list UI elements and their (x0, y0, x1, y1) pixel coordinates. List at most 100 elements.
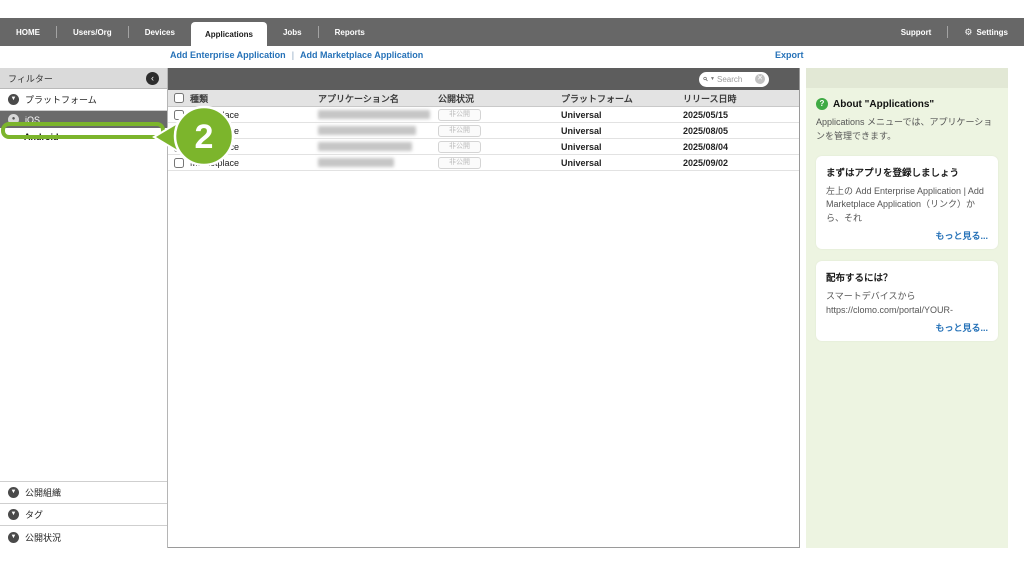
table-row[interactable]: Marketplace 非公開 Universal 2025/09/02 (168, 155, 799, 171)
see-more-link[interactable]: もっと見る... (826, 229, 988, 242)
row-checkbox[interactable] (174, 142, 184, 152)
cell-app-name-redacted (318, 142, 438, 151)
cell-type: Marketplace (190, 158, 318, 168)
cell-app-name-redacted (318, 158, 438, 167)
collapse-toggle-icon: ▼ (8, 487, 19, 498)
add-enterprise-application-link[interactable]: Add Enterprise Application (170, 50, 286, 60)
help-card-body: スマートデバイスから (826, 290, 988, 304)
about-title-text: About "Applications" (833, 99, 934, 110)
top-navigation: HOME Users/Org Devices Applications Jobs… (0, 18, 1024, 46)
help-card-body: 左上の Add Enterprise Application | Add Mar… (826, 185, 988, 226)
cell-app-name-redacted (318, 110, 438, 119)
cell-type: Marketplace (190, 126, 318, 136)
nav-settings[interactable]: ⚙ Settings (948, 18, 1024, 46)
nav-reports[interactable]: Reports (319, 18, 381, 46)
cell-type: Marketplace (190, 142, 318, 152)
cell-status: 非公開 (438, 124, 561, 137)
sidebar-item-publish-org[interactable]: ▼ 公開組織 (0, 482, 167, 504)
cell-platform: Universal (561, 110, 683, 120)
tab-applications-active[interactable]: Applications (191, 22, 267, 46)
select-all-checkbox-cell (168, 93, 190, 103)
export-link[interactable]: Export (775, 50, 804, 60)
selected-filter-icon: ● (8, 114, 19, 125)
help-card-title: まずはアプリを登録しましょう (826, 165, 988, 179)
cell-platform: Universal (561, 126, 683, 136)
filter-title: フィルター (8, 72, 53, 85)
clomo-admin-window: HOME Users/Org Devices Applications Jobs… (0, 0, 1024, 576)
row-checkbox[interactable] (174, 126, 184, 136)
cell-status: 非公開 (438, 156, 561, 169)
collapse-toggle-icon: ▼ (8, 532, 19, 543)
sidebar-item-label: 公開組織 (25, 486, 61, 499)
collapse-toggle-icon: ▼ (8, 509, 19, 520)
sidebar-item-publish-status[interactable]: ▼ 公開状況 (0, 526, 167, 548)
search-icon (703, 75, 708, 83)
cell-platform: Universal (561, 142, 683, 152)
row-checkbox-cell (168, 126, 190, 136)
nav-support[interactable]: Support (885, 18, 948, 46)
sidebar-item-android[interactable]: Android (0, 128, 167, 146)
cell-status: 非公開 (438, 108, 561, 121)
help-panel-content: ? About "Applications" Applications メニュー… (806, 88, 1008, 341)
search-scope-caret-icon[interactable]: ▼ (710, 77, 715, 82)
header-publish-status: 公開状況 (438, 92, 561, 105)
search-box[interactable]: ▼ ✕ (699, 72, 769, 87)
sidebar-item-label: iOS (25, 115, 40, 125)
see-more-link[interactable]: もっと見る... (826, 321, 988, 334)
redacted-text-bar (318, 142, 412, 151)
status-badge: 非公開 (438, 157, 481, 169)
content-area: フィルター ‹ ▼ プラットフォーム ● iOS Android ▼ 公開組織 … (0, 68, 1024, 548)
select-all-checkbox[interactable] (174, 93, 184, 103)
search-clear-icon[interactable]: ✕ (755, 74, 765, 84)
header-platform: プラットフォーム (561, 92, 683, 105)
table-row[interactable]: Marketplace 非公開 Universal 2025/08/04 (168, 139, 799, 155)
cell-release-date: 2025/05/15 (683, 110, 799, 120)
help-card-title: 配布するには？ (826, 270, 988, 284)
add-marketplace-application-link[interactable]: Add Marketplace Application (300, 50, 423, 60)
about-description: Applications メニューでは、アプリケーションを管理できます。 (816, 116, 998, 144)
sidebar-item-tag[interactable]: ▼ タグ (0, 504, 167, 526)
nav-users-org[interactable]: Users/Org (57, 18, 128, 46)
row-checkbox-cell (168, 110, 190, 120)
row-checkbox[interactable] (174, 110, 184, 120)
sidebar-item-label: 公開状況 (25, 531, 61, 544)
nav-home[interactable]: HOME (0, 18, 56, 46)
table-toolbar: ▼ ✕ (168, 68, 799, 90)
link-separator: | (292, 50, 294, 60)
nav-right-group: Support ⚙ Settings (885, 18, 1024, 46)
header-app-name: アプリケーション名 (318, 92, 438, 105)
help-question-icon: ? (816, 98, 828, 110)
cell-platform: Universal (561, 158, 683, 168)
cell-release-date: 2025/08/04 (683, 142, 799, 152)
status-badge: 非公開 (438, 141, 481, 153)
help-panel-top-strip (806, 68, 1008, 88)
gear-icon: ⚙ (964, 28, 972, 37)
cell-status: 非公開 (438, 140, 561, 153)
sidebar-item-label: タグ (25, 508, 43, 521)
nav-settings-label: Settings (976, 28, 1008, 37)
sidebar-item-ios[interactable]: ● iOS (0, 111, 167, 128)
about-heading: ? About "Applications" (816, 98, 998, 110)
redacted-text-bar (318, 158, 394, 167)
collapse-sidebar-icon[interactable]: ‹ (146, 72, 159, 85)
search-input[interactable] (717, 75, 753, 84)
application-table-panel: ▼ ✕ 種類 アプリケーション名 公開状況 プラットフォーム リリース日時 Ma… (168, 68, 800, 548)
add-application-links: Add Enterprise Application | Add Marketp… (170, 50, 423, 60)
sidebar-item-label: プラットフォーム (25, 93, 97, 106)
table-row[interactable]: Marketplace 非公開 Universal 2025/08/05 (168, 123, 799, 139)
nav-jobs[interactable]: Jobs (267, 18, 318, 46)
help-panel: ? About "Applications" Applications メニュー… (806, 68, 1008, 548)
cell-type: Marketplace (190, 110, 318, 120)
nav-devices[interactable]: Devices (129, 18, 191, 46)
help-card-url: https://clomo.com/portal/YOUR- (826, 304, 988, 318)
filter-header: フィルター ‹ (0, 68, 167, 89)
help-card-register: まずはアプリを登録しましょう 左上の Add Enterprise Applic… (816, 156, 998, 250)
status-badge: 非公開 (438, 109, 481, 121)
row-checkbox[interactable] (174, 158, 184, 168)
action-bar: Add Enterprise Application | Add Marketp… (0, 46, 1024, 68)
table-row[interactable]: Marketplace 非公開 Universal 2025/05/15 (168, 107, 799, 123)
row-checkbox-cell (168, 142, 190, 152)
redacted-text-bar (318, 110, 430, 119)
table-header-row: 種類 アプリケーション名 公開状況 プラットフォーム リリース日時 (168, 90, 799, 107)
sidebar-item-platform[interactable]: ▼ プラットフォーム (0, 89, 167, 111)
